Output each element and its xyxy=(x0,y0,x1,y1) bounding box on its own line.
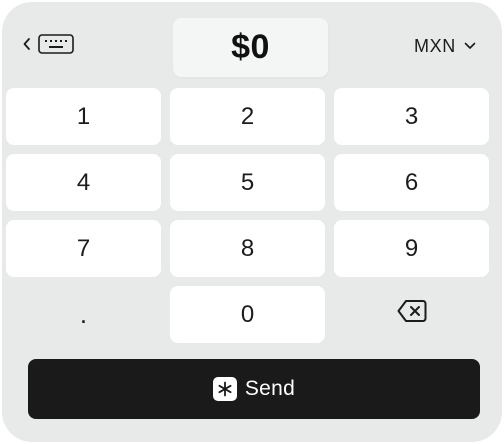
key-2[interactable]: 2 xyxy=(170,88,325,145)
currency-selector[interactable]: MXN xyxy=(414,34,476,58)
chevron-left-icon xyxy=(22,37,32,56)
keyboard-toggle-button[interactable] xyxy=(22,33,74,59)
key-9[interactable]: 9 xyxy=(334,220,489,277)
key-1[interactable]: 1 xyxy=(6,88,161,145)
key-0[interactable]: 0 xyxy=(170,286,325,343)
key-5[interactable]: 5 xyxy=(170,154,325,211)
amount-display: $0 xyxy=(173,18,328,77)
key-4[interactable]: 4 xyxy=(6,154,161,211)
key-3[interactable]: 3 xyxy=(334,88,489,145)
asterisk-icon xyxy=(212,377,237,401)
currency-label: MXN xyxy=(414,35,456,56)
backspace-icon xyxy=(397,299,427,330)
key-6[interactable]: 6 xyxy=(334,154,489,211)
key-7[interactable]: 7 xyxy=(6,220,161,277)
amount-value: $0 xyxy=(231,28,270,66)
key-decimal[interactable]: . xyxy=(6,286,161,343)
chevron-down-icon xyxy=(464,37,476,55)
send-label: Send xyxy=(244,377,296,400)
amount-keypad-panel: $0 MXN 1 2 3 4 5 6 7 8 9 . 0 Send xyxy=(2,2,502,442)
keyboard-icon xyxy=(38,33,74,59)
key-8[interactable]: 8 xyxy=(170,220,325,277)
backspace-button[interactable] xyxy=(334,286,489,343)
send-button[interactable]: Send xyxy=(28,359,480,419)
